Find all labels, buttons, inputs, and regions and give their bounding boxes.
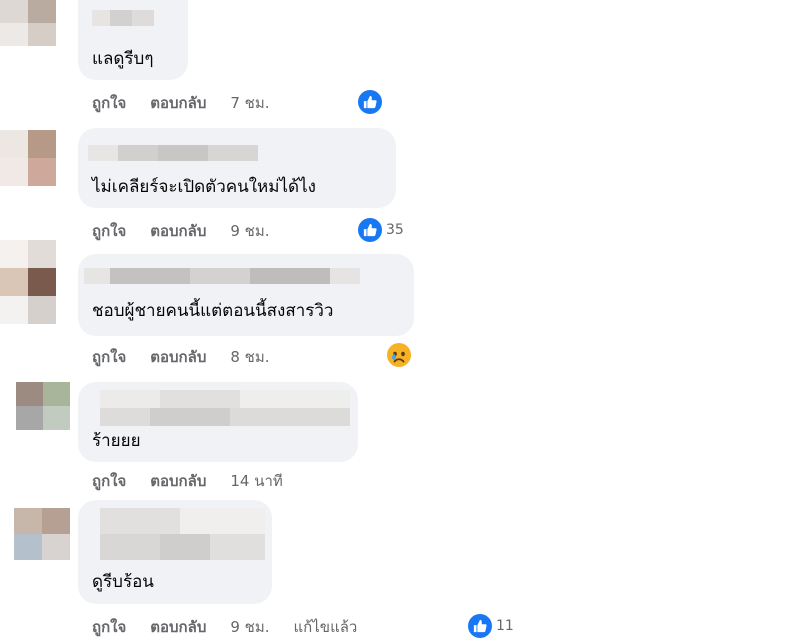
like-link[interactable]: ถูกใจ <box>92 469 126 493</box>
comment-text: ไม่เคลียร์จะเปิดตัวคนใหม่ได้ไง <box>92 177 316 197</box>
like-icon <box>468 614 492 638</box>
author-name[interactable] <box>84 268 360 284</box>
author-name[interactable] <box>100 390 350 426</box>
edited-label[interactable]: แก้ไขแล้ว <box>294 615 358 639</box>
like-link[interactable]: ถูกใจ <box>92 615 126 639</box>
avatar[interactable] <box>0 0 56 46</box>
comment-actions: ถูกใจ ตอบกลับ 7 ชม. <box>92 92 294 114</box>
timestamp[interactable]: 7 ชม. <box>230 91 269 115</box>
reply-link[interactable]: ตอบกลับ <box>150 91 206 115</box>
reaction-summary[interactable] <box>384 343 414 367</box>
comment-actions: ถูกใจ ตอบกลับ 14 นาที <box>92 470 307 492</box>
reply-link[interactable]: ตอบกลับ <box>150 345 206 369</box>
like-icon <box>358 218 382 242</box>
timestamp[interactable]: 9 ชม. <box>230 219 269 243</box>
comment-text: แลดูรีบๆ <box>92 49 154 69</box>
timestamp[interactable]: 8 ชม. <box>230 345 269 369</box>
timestamp[interactable]: 14 นาที <box>230 469 282 493</box>
timestamp[interactable]: 9 ชม. <box>230 615 269 639</box>
reply-link[interactable]: ตอบกลับ <box>150 469 206 493</box>
like-link[interactable]: ถูกใจ <box>92 345 126 369</box>
comment-text: ดูรีบร้อน <box>92 572 154 592</box>
reply-link[interactable]: ตอบกลับ <box>150 615 206 639</box>
comment-actions: ถูกใจ ตอบกลับ 9 ชม. <box>92 220 294 242</box>
like-link[interactable]: ถูกใจ <box>92 91 126 115</box>
comment-actions: ถูกใจ ตอบกลับ 8 ชม. <box>92 346 294 368</box>
reaction-count: 11 <box>496 618 514 634</box>
reaction-count: 35 <box>386 222 404 238</box>
avatar[interactable] <box>16 382 70 430</box>
like-icon <box>358 90 382 114</box>
reply-link[interactable]: ตอบกลับ <box>150 219 206 243</box>
avatar[interactable] <box>0 130 56 186</box>
comment-bubble <box>78 254 414 336</box>
comment-actions: ถูกใจ ตอบกลับ 9 ชม. แก้ไขแล้ว <box>92 616 381 638</box>
sad-icon <box>386 342 412 368</box>
comment-text: ชอบผู้ชายคนนี้แต่ตอนนี้สงสารวิว <box>92 301 334 321</box>
author-name[interactable] <box>92 10 154 26</box>
reaction-summary[interactable]: 35 <box>356 218 406 242</box>
avatar[interactable] <box>0 240 56 324</box>
like-link[interactable]: ถูกใจ <box>92 219 126 243</box>
reaction-summary[interactable] <box>356 90 384 114</box>
reaction-summary[interactable]: 11 <box>466 614 516 638</box>
avatar[interactable] <box>14 508 70 560</box>
author-name[interactable] <box>100 508 265 560</box>
author-name[interactable] <box>88 145 258 161</box>
comment-text: ร้ายยย <box>92 431 141 451</box>
